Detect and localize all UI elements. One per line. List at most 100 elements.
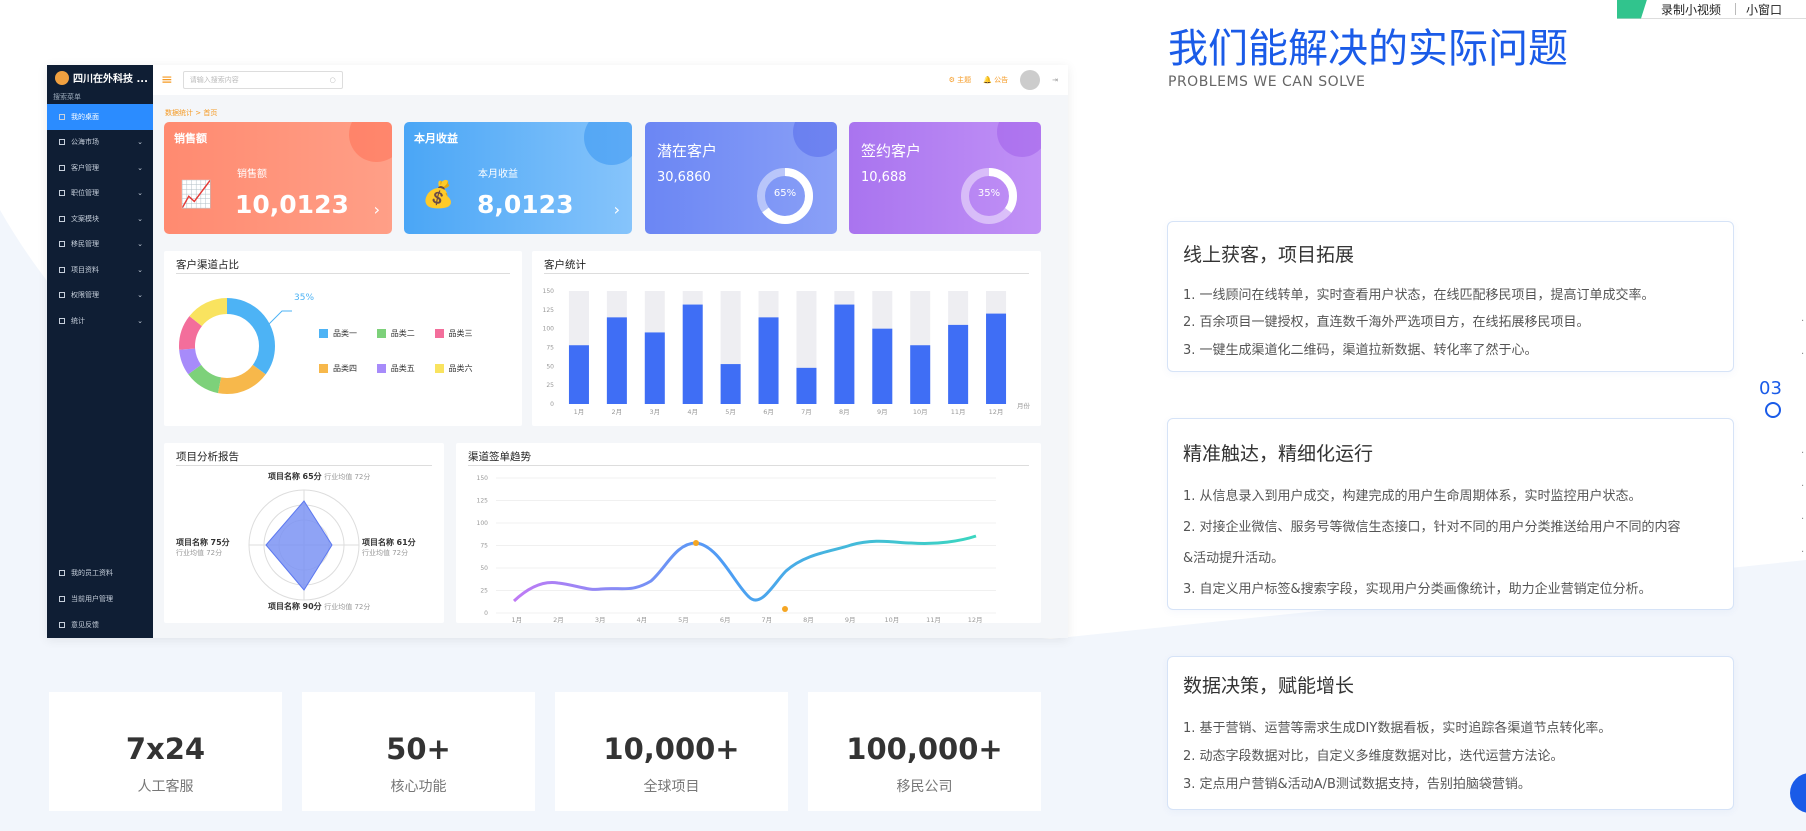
stat-features: 50+ 核心功能 [302,692,535,811]
channel-trend-panel: 渠道签单趋势 150 125 100 75 50 25 0 1月 2月 3月 4月 5月 6月 7月 8月 9… [456,443,1041,623]
menu-search-label: 搜索菜单 [53,93,81,101]
avatar[interactable] [1020,70,1041,90]
sidebar-item[interactable]: 移民管理 ⌄ [47,232,153,258]
money-hand-icon: 💰 [422,180,455,210]
sales-card-title: 销售额 [174,132,207,145]
income-card[interactable]: 本月收益 💰 本月收益 8,0123 › [404,122,632,234]
menu-icon [59,113,65,120]
x-axis-unit: 月份 [1017,401,1031,410]
menu-icon [59,317,65,324]
sidebar-item[interactable]: 客户管理 ⌄ [47,155,153,181]
chevron-right-icon: › [373,200,380,219]
stat-companies: 100,000+ 移民公司 [808,692,1041,811]
menu-toggle-icon[interactable]: ≡ [161,72,173,88]
channel-share-panel: 客户渠道占比 35% 品类一 品类二 品类三 品类四 品类五 品类六 [164,251,522,426]
mock-search-box[interactable]: 请输入搜索内容 ○ [182,71,343,89]
x-tick-label: 5月 [678,616,689,623]
mock-header: ≡ 请输入搜索内容 ○ ⚙ 主题 🔔 公告 ⇥ [153,65,1068,95]
x-tick-label: 1月 [512,616,523,623]
legend-swatch [319,364,328,373]
section-heading: 我们能解决的实际问题 [1168,26,1568,72]
bar[interactable] [568,345,589,404]
legend-label: 品类四 [333,364,357,373]
menu-icon [59,164,65,171]
legend-label: 品类六 [448,364,473,373]
logout-icon[interactable]: ⇥ [1052,76,1058,84]
x-tick-label: 4月 [637,616,648,623]
bar[interactable] [758,317,779,404]
bar[interactable] [644,332,665,404]
record-video-button[interactable]: 录制小视频 [1661,1,1721,18]
sidebar-item[interactable]: 职位管理 ⌄ [47,181,153,207]
x-tick-label: 1月 [574,408,585,416]
sidebar-item-label: 统计 [71,316,85,325]
sales-card[interactable]: 销售额 📈 销售额 10,0123 › [164,122,392,234]
x-tick-label: 7月 [762,616,773,623]
feature-line: 3. 自定义用户标签&搜索字段，实现用户分类画像统计，助力企业营销定位分析。 [1183,582,1652,597]
legend-item: 品类一 [319,328,377,339]
bar[interactable] [682,304,703,404]
x-tick-label: 12月 [989,408,1004,416]
potential-customers-card[interactable]: 潜在客户 30,6860 65% [645,122,837,234]
slide-pager[interactable]: 03 [1759,378,1806,420]
bar[interactable] [834,304,855,404]
bar[interactable] [948,324,969,404]
signed-customers-card[interactable]: 签约客户 10,688 35% [849,122,1041,234]
donut-callout: 35% [294,293,315,303]
record-icon[interactable] [1617,0,1647,19]
stat-value: 7x24 [125,732,206,766]
channel-share-title: 客户渠道占比 [176,259,239,271]
theme-link[interactable]: ⚙ 主题 [949,75,972,85]
bar[interactable] [796,367,817,404]
sidebar-item[interactable]: 文案模块 ⌄ [47,206,153,232]
x-tick-label: 9月 [845,616,856,623]
x-tick-label: 6月 [720,616,731,623]
mock-breadcrumb: 数据统计 > 首页 [165,109,218,117]
bar[interactable] [986,313,1007,404]
feature-line: 1. 从信息录入到用户成交，构建完成的用户生命周期体系，实时监控用户状态。 [1183,489,1642,504]
potential-card-value: 30,6860 [657,170,711,185]
y-tick-label: 25 [480,588,488,595]
legend-item: 品类二 [376,328,435,339]
y-tick-label: 25 [546,382,554,389]
menu-icon [59,139,65,146]
mini-window-button[interactable]: 小窗口 [1746,1,1782,18]
chevron-down-icon: ⌄ [137,316,143,325]
sidebar-bottom-item[interactable]: 当前用户管理 [47,586,153,612]
customer-bar-chart: 150 125 100 75 50 25 0 1月 2月 3月 4月 5月 6月 7月 8月 9月 10月 11月… [543,288,1031,416]
bar[interactable] [910,345,931,404]
legend-label: 品类三 [448,329,473,338]
feature-title: 数据决策，赋能增长 [1183,675,1355,697]
pager-circle-icon[interactable] [1765,402,1781,418]
sidebar-item[interactable]: 权限管理 ⌄ [47,283,153,309]
x-tick-label: 12月 [968,616,983,623]
menu-icon [59,215,65,222]
y-tick-label: 100 [477,520,489,527]
sidebar-bottom-item[interactable]: 意见反馈 [47,612,153,638]
sidebar-item-label: 文案模块 [71,214,99,223]
recording-toolbar: 录制小视频 小窗口 [1617,0,1806,19]
sidebar-item-label: 项目资料 [71,265,99,274]
potential-card-percent: 65% [773,188,797,199]
bar[interactable] [606,317,627,404]
sidebar-item-label: 权限管理 [71,291,99,300]
bar[interactable] [720,364,741,404]
signed-card-percent: 35% [977,188,1001,199]
notice-link[interactable]: 🔔 公告 [983,75,1008,85]
potential-card-title: 潜在客户 [657,142,718,160]
mock-brand: 四川在外科技 ... [47,65,153,90]
sidebar-bottom-item[interactable]: 我的员工资料 [47,560,153,586]
x-tick-label: 11月 [951,408,966,416]
sidebar-item[interactable]: 我的桌面 [47,104,153,130]
sidebar-item[interactable]: 统计 ⌄ [47,308,153,334]
customer-stats-title: 客户统计 [544,259,586,271]
y-tick-label: 50 [480,565,488,572]
x-tick-label: 8月 [803,616,814,623]
section-subheading: PROBLEMS WE CAN SOLVE [1168,74,1366,90]
sidebar-item[interactable]: 项目资料 ⌄ [47,257,153,283]
feature-card-decision: 数据决策，赋能增长 1. 基于营销、运营等需求生成DIY数据看板，实时追踪各渠道… [1167,656,1734,810]
sidebar-item[interactable]: 公海市场 ⌄ [47,130,153,156]
stat-value: 10,000+ [603,732,740,766]
bar[interactable] [872,328,893,404]
signed-card-value: 10,688 [861,170,907,185]
